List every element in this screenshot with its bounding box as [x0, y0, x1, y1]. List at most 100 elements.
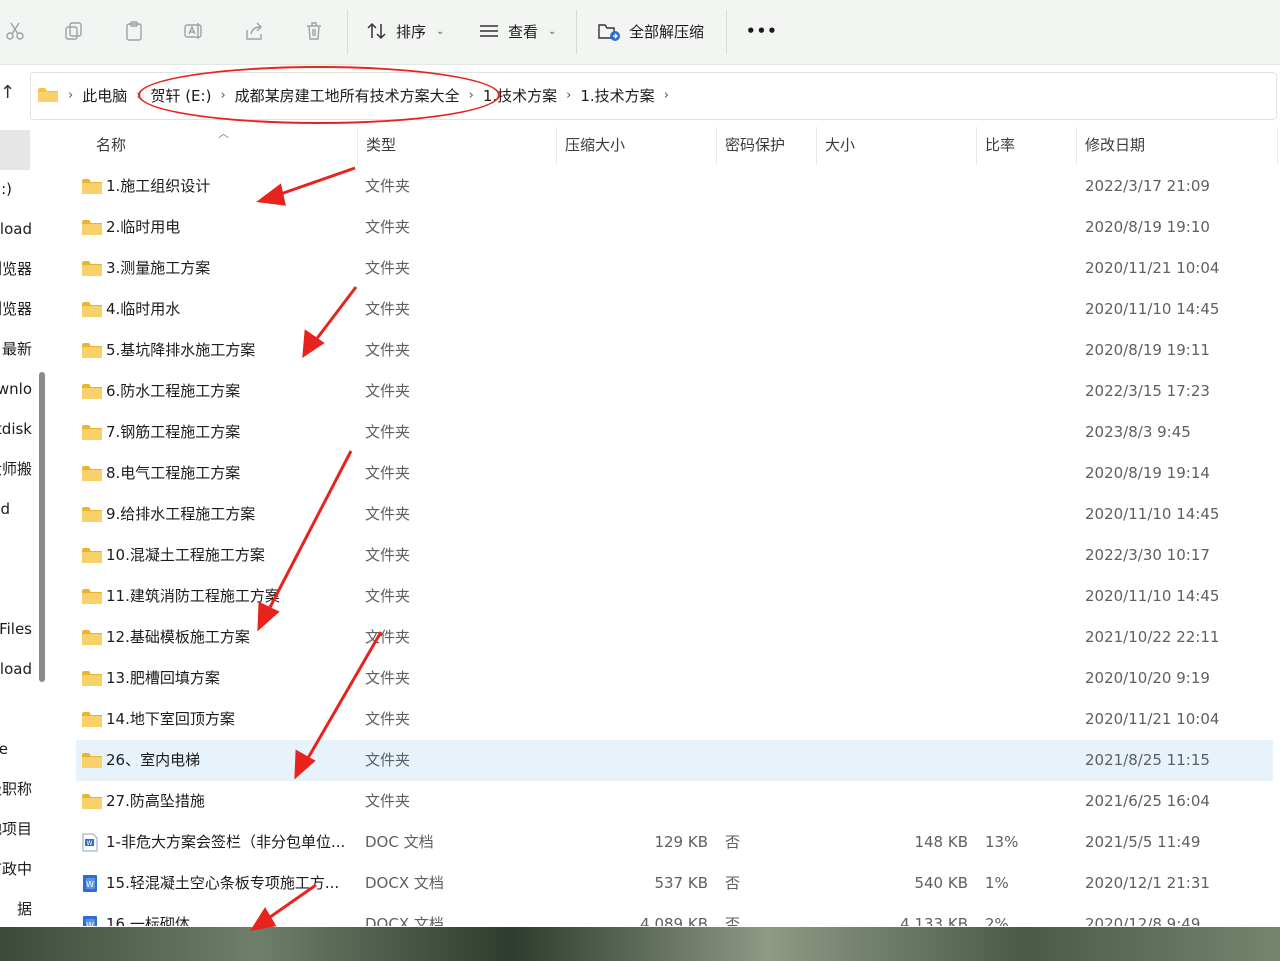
- folder-row[interactable]: 1.施工组织设计 文件夹 2022/3/17 21:09: [76, 166, 1273, 207]
- folder-row[interactable]: 5.基坑降排水施工方案 文件夹 2020/8/19 19:11: [76, 330, 1273, 371]
- breadcrumb-tech-plan-sub[interactable]: 1.技术方案: [580, 85, 654, 106]
- file-row[interactable]: W 16.一标砌体 DOCX 文档 4,089 KB 否 4,133 KB 2% 2020/1…: [76, 904, 1273, 926]
- folder-row[interactable]: 11.建筑消防工程施工方案 文件夹 2020/11/10 14:45: [76, 576, 1273, 617]
- nav-item[interactable]: 最新: [0, 337, 46, 361]
- share-icon[interactable]: [241, 18, 267, 44]
- rename-icon[interactable]: [181, 18, 207, 44]
- folder-row[interactable]: 13.肥槽回填方案 文件夹 2020/10/20 9:19: [76, 658, 1273, 699]
- folder-row[interactable]: 8.电气工程施工方案 文件夹 2020/8/19 19:14: [76, 453, 1273, 494]
- nav-item[interactable]: G:): [0, 177, 26, 201]
- folder-row[interactable]: 14.地下室回顶方案 文件夹 2020/11/21 10:04: [76, 699, 1273, 740]
- up-arrow-icon[interactable]: ↑: [0, 82, 15, 108]
- file-compressed-size: [558, 412, 708, 453]
- file-row[interactable]: W 1-非危大方案会签栏（非分包单位... DOC 文档 129 KB 否 148 KB 1…: [76, 822, 1273, 863]
- file-size: [824, 494, 968, 535]
- word-document-icon: W: [83, 875, 97, 892]
- file-name: 26、室内电梯: [106, 751, 201, 769]
- file-type: DOC 文档: [365, 833, 434, 851]
- nav-item[interactable]: 市政中: [0, 857, 46, 881]
- extract-all-button[interactable]: 全部解压缩: [597, 18, 704, 44]
- file-compressed-size: [558, 248, 708, 289]
- extract-all-label: 全部解压缩: [629, 22, 705, 41]
- chevron-right-icon: ›: [663, 87, 669, 103]
- file-size: [824, 248, 968, 289]
- chevron-right-icon: ›: [68, 87, 74, 103]
- sort-button[interactable]: 排序 ⌄: [366, 18, 444, 44]
- folder-row[interactable]: 12.基础模板施工方案 文件夹 2021/10/22 22:11: [76, 617, 1273, 658]
- file-password-protected: [725, 289, 805, 330]
- file-ratio: [985, 289, 1065, 330]
- file-password-protected: 否: [725, 833, 741, 851]
- file-type: 文件夹: [365, 341, 411, 359]
- nav-item[interactable]: nload: [0, 217, 46, 241]
- svg-text:W: W: [86, 880, 94, 889]
- folder-row[interactable]: 2.临时用电 文件夹 2020/8/19 19:10: [76, 207, 1273, 248]
- file-password-protected: [725, 658, 805, 699]
- file-password-protected: [725, 781, 805, 822]
- more-options-button[interactable]: •••: [746, 18, 778, 44]
- file-row[interactable]: W 15.轻混凝土空心条板专项施工方... DOCX 文档 537 KB 否 540 KB…: [76, 863, 1273, 904]
- file-password-protected: [725, 166, 805, 207]
- folder-icon: [82, 794, 102, 809]
- column-header-row: 名称 ︿ 类型 压缩大小 密码保护 大小 比率 修改日期: [76, 127, 1280, 165]
- file-name: 15.轻混凝土空心条板专项施工方...: [106, 874, 340, 892]
- cut-icon[interactable]: [2, 18, 28, 44]
- sort-label: 排序: [396, 22, 427, 41]
- file-compressed-size: [558, 781, 708, 822]
- file-compressed-size: [558, 371, 708, 412]
- folder-icon: [82, 343, 102, 358]
- nav-item[interactable]: 级职称: [0, 777, 46, 801]
- copy-icon[interactable]: [61, 18, 87, 44]
- folder-row[interactable]: 9.给排水工程施工方案 文件夹 2020/11/10 14:45: [76, 494, 1273, 535]
- nav-item[interactable]: 浏览器: [0, 297, 46, 321]
- nav-item[interactable]: 浏览器: [0, 257, 46, 281]
- nav-item[interactable]: 地项目: [0, 817, 46, 841]
- file-name: 13.肥槽回填方案: [106, 669, 220, 687]
- extract-archive-icon: [598, 24, 620, 41]
- file-size: [824, 535, 968, 576]
- nav-scrollbar-thumb[interactable]: [39, 372, 45, 682]
- folder-icon: [82, 261, 102, 276]
- folder-row[interactable]: 26、室内电梯 文件夹 2021/8/25 11:15: [76, 740, 1273, 781]
- file-name: 10.混凝土工程施工方案: [106, 546, 265, 564]
- file-type: DOCX 文档: [365, 874, 444, 892]
- column-header-modified[interactable]: 修改日期: [1077, 127, 1278, 165]
- toolbar-divider: [347, 10, 348, 54]
- paste-icon[interactable]: [121, 18, 147, 44]
- folder-row[interactable]: 6.防水工程施工方案 文件夹 2022/3/15 17:23: [76, 371, 1273, 412]
- file-modified-date: 2020/11/10 14:45: [1085, 505, 1220, 523]
- desktop-background-strip: [0, 927, 1280, 961]
- file-name: 1.施工组织设计: [106, 177, 211, 195]
- folder-icon: [82, 671, 102, 686]
- nav-item[interactable]: e: [0, 737, 46, 761]
- file-type: 文件夹: [365, 710, 411, 728]
- column-header-size[interactable]: 大小: [817, 127, 977, 165]
- folder-row[interactable]: 10.混凝土工程施工方案 文件夹 2022/3/30 10:17: [76, 535, 1273, 576]
- file-compressed-size: [558, 658, 708, 699]
- folder-row[interactable]: 27.防高坠措施 文件夹 2021/6/25 16:04: [76, 781, 1273, 822]
- nav-item[interactable]: 据: [0, 897, 46, 921]
- view-button[interactable]: 查看 ⌄: [478, 18, 556, 44]
- file-name: 16.一标砌体: [106, 915, 190, 926]
- file-size: [824, 781, 968, 822]
- column-header-password[interactable]: 密码保护: [717, 127, 817, 165]
- column-header-compressed-size[interactable]: 压缩大小: [557, 127, 717, 165]
- word-document-icon: W: [82, 833, 98, 852]
- folder-row[interactable]: 3.测量施工方案 文件夹 2020/11/21 10:04: [76, 248, 1273, 289]
- file-compressed-size: [558, 535, 708, 576]
- column-header-type[interactable]: 类型: [357, 127, 557, 165]
- file-size: [824, 289, 968, 330]
- file-type: 文件夹: [365, 218, 411, 236]
- file-name: 4.临时用水: [106, 300, 181, 318]
- file-ratio: 13%: [985, 833, 1019, 851]
- file-name: 27.防高坠措施: [106, 792, 205, 810]
- file-size: [824, 576, 968, 617]
- folder-icon: [82, 384, 102, 399]
- column-header-ratio[interactable]: 比率: [977, 127, 1077, 165]
- folder-row[interactable]: 7.钢筋工程施工方案 文件夹 2023/8/3 9:45: [76, 412, 1273, 453]
- delete-icon[interactable]: [301, 18, 327, 44]
- folder-row[interactable]: 4.临时用水 文件夹 2020/11/10 14:45: [76, 289, 1273, 330]
- file-name: 8.电气工程施工方案: [106, 464, 241, 482]
- breadcrumb-this-pc[interactable]: 此电脑: [82, 85, 127, 106]
- nav-selected-item[interactable]: [0, 130, 30, 170]
